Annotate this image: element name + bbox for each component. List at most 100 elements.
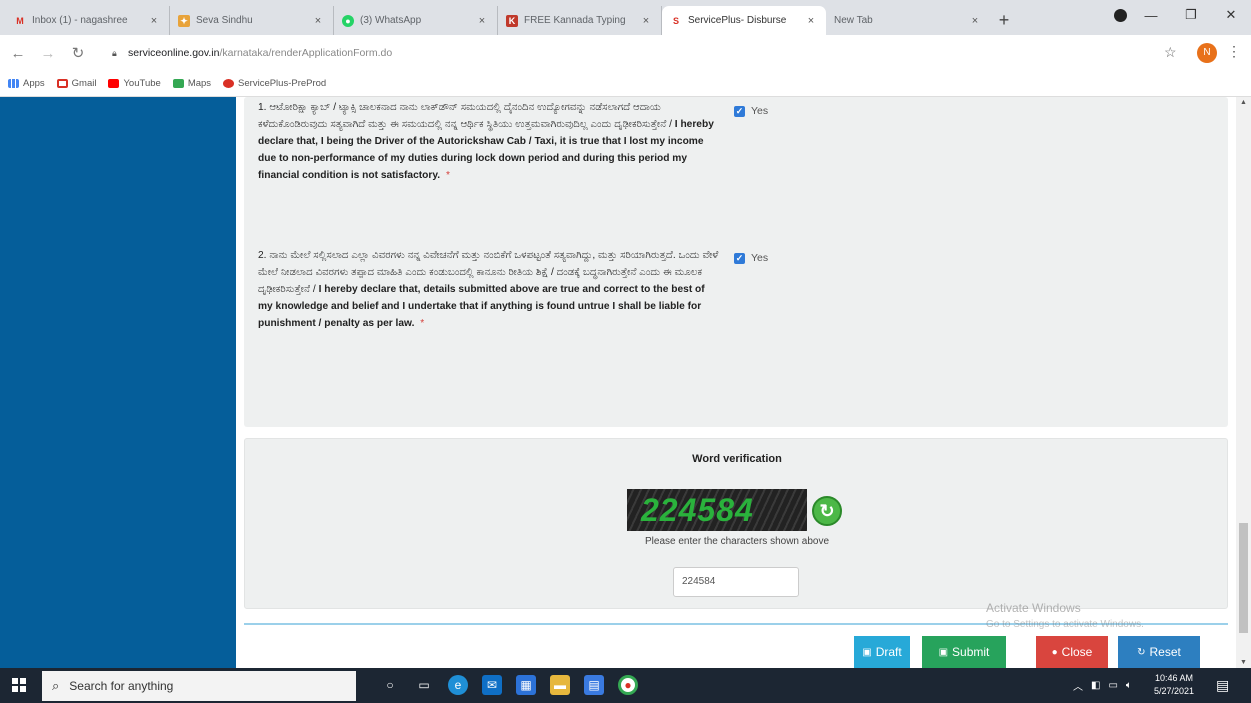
captcha-hint: Please enter the characters shown above [645, 536, 829, 547]
close-tab-icon[interactable]: × [968, 15, 982, 27]
photos-icon[interactable]: ▦ [516, 675, 536, 695]
forward-arrow-icon[interactable]: → [36, 45, 60, 62]
menu-kebab-icon[interactable]: ⋮ [1227, 43, 1241, 60]
bookmark-label: Gmail [71, 78, 97, 89]
declaration-1-checkbox[interactable]: ✓ Yes [734, 105, 768, 117]
tray-chevron-icon[interactable]: ︿ [1073, 678, 1083, 693]
required-marker: * [445, 170, 450, 181]
declaration-english-text: I hereby declare that, details submitted… [258, 284, 705, 329]
page-scrollbar[interactable]: ▲ ▼ [1236, 97, 1251, 668]
refresh-icon: ↻ [1137, 646, 1146, 658]
store-icon[interactable]: ▤ [584, 675, 604, 695]
tab-title: ServicePlus- Disburse [688, 15, 787, 26]
word-verification-title: Word verification [692, 453, 782, 465]
reload-icon[interactable]: ↻ [66, 44, 90, 62]
cortana-icon[interactable]: ○ [380, 675, 400, 695]
refresh-captcha-icon[interactable]: ↻ [812, 496, 842, 526]
tab-title: FREE Kannada Typing [524, 15, 626, 26]
checkbox-checked-icon[interactable]: ✓ [734, 252, 745, 264]
checkbox-checked-icon[interactable]: ✓ [734, 105, 745, 117]
close-button[interactable]: ● Close [1036, 636, 1108, 668]
button-label: Close [1061, 645, 1093, 659]
notification-icon[interactable]: ▤ [1216, 677, 1229, 694]
network-icon[interactable]: ◧ [1091, 680, 1100, 691]
tab-title: New Tab [834, 15, 873, 26]
scrollbar-thumb[interactable] [1239, 523, 1248, 633]
reset-button[interactable]: ↻ Reset [1118, 636, 1200, 668]
profile-avatar[interactable]: N [1197, 43, 1217, 63]
captcha-input[interactable]: 224584 [673, 567, 799, 597]
windows-taskbar: ⌕ Search for anything ○ ▭ e ✉ ▦ ▬ ▤ ● ︿ … [0, 668, 1251, 703]
task-view-icon[interactable]: ▭ [414, 675, 434, 695]
declaration-2-checkbox[interactable]: ✓ Yes [734, 252, 768, 264]
close-tab-icon[interactable]: × [311, 15, 325, 27]
bookmark-maps[interactable]: Maps [172, 78, 212, 89]
bookmark-label: ServicePlus-PreProd [238, 78, 327, 89]
apps-grid-icon [8, 79, 19, 88]
declaration-2: 2. ನಾನು ಮೇಲೆ ಸಲ್ಲಿಸಲಾದ ಎಲ್ಲಾ ವಿವರಗಳು ನನ್… [258, 247, 722, 332]
bookmark-gmail[interactable]: Gmail [56, 78, 97, 89]
application-form: 1. ಆಟೋರಿಕ್ಷಾ ಕ್ಯಾಬ್ / ಟ್ಯಾಕ್ಸಿ ಚಾಲಕನಾದ ನ… [236, 97, 1236, 668]
save-disk-icon: ▣ [938, 646, 949, 658]
system-tray: ︿ ◧ ▭ 🔈︎ [1073, 668, 1140, 703]
declaration-number: 1. [258, 102, 267, 113]
activate-windows-subtext: Go to Settings to activate Windows. [986, 619, 1144, 630]
battery-icon[interactable]: ▭ [1108, 680, 1117, 691]
tab-title: Inbox (1) - nagashree [32, 15, 128, 26]
media-indicator-icon[interactable] [1114, 9, 1127, 22]
bookmark-youtube[interactable]: YouTube [108, 78, 161, 89]
declaration-number: 2. [258, 250, 267, 261]
url-path: /karnataka/renderApplicationForm.do [219, 47, 393, 59]
tab-gmail[interactable]: M Inbox (1) - nagashree × [6, 6, 170, 35]
gmail-icon: M [16, 15, 24, 26]
file-explorer-icon[interactable]: ▬ [550, 675, 570, 695]
bookmark-label: Maps [187, 78, 212, 89]
address-bar[interactable]: 🔒︎ serviceonline.gov.in /karnataka/rende… [112, 40, 1162, 66]
taskbar-search[interactable]: ⌕ Search for anything [42, 671, 356, 701]
windows-start-icon[interactable] [12, 678, 26, 692]
submit-button[interactable]: ▣ Submit [922, 636, 1006, 668]
minimize-icon[interactable]: — [1131, 8, 1171, 23]
chrome-icon[interactable]: ● [618, 675, 638, 695]
tab-kannada-typing[interactable]: K FREE Kannada Typing × [498, 6, 662, 35]
tab-seva-sindhu[interactable]: ✦ Seva Sindhu × [170, 6, 334, 35]
back-arrow-icon[interactable]: ← [6, 45, 30, 62]
restore-icon[interactable]: ❐ [1171, 7, 1211, 23]
declaration-1: 1. ಆಟೋರಿಕ್ಷಾ ಕ್ಯಾಬ್ / ಟ್ಯಾಕ್ಸಿ ಚಾಲಕನಾದ ನ… [258, 99, 722, 184]
youtube-icon [108, 79, 120, 88]
edge-icon[interactable]: e [448, 675, 468, 695]
close-window-icon[interactable]: ✕ [1211, 7, 1251, 23]
word-verification-panel: Word verification 224584 ↻ Please enter … [244, 438, 1228, 609]
declaration-kannada-text: ಆಟೋರಿಕ್ಷಾ ಕ್ಯಾಬ್ / ಟ್ಯಾಕ್ಸಿ ಚಾಲಕನಾದ ನಾನು… [258, 102, 672, 130]
close-tab-icon[interactable]: × [639, 15, 653, 27]
browser-toolbar: ← → ↻ 🔒︎ serviceonline.gov.in /karnataka… [0, 35, 1251, 71]
close-tab-icon[interactable]: × [804, 15, 818, 27]
bookmark-star-icon[interactable]: ☆ [1164, 44, 1177, 61]
save-disk-icon: ▣ [862, 646, 872, 658]
whatsapp-icon: ● [342, 14, 354, 27]
draft-button[interactable]: ▣ Draft [854, 636, 910, 668]
taskbar-clock[interactable]: 10:46 AM 5/27/2021 [1150, 672, 1198, 698]
activate-windows-watermark: Activate Windows [986, 601, 1081, 615]
clock-date: 5/27/2021 [1153, 686, 1195, 696]
mail-icon[interactable]: ✉ [482, 675, 502, 695]
tab-title: Seva Sindhu [196, 15, 253, 26]
scroll-down-arrow-icon[interactable]: ▼ [1236, 659, 1251, 666]
bookmark-serviceplus[interactable]: ServicePlus-PreProd [223, 78, 326, 89]
scroll-up-arrow-icon[interactable]: ▲ [1236, 99, 1251, 106]
close-tab-icon[interactable]: × [475, 15, 489, 27]
tab-new-tab[interactable]: New Tab × [826, 6, 990, 35]
bookmarks-bar: Apps Gmail YouTube Maps ServicePlus-PreP… [0, 71, 1251, 97]
maps-icon [172, 79, 184, 88]
lock-icon[interactable]: 🔒︎ [112, 48, 122, 58]
bookmark-apps[interactable]: Apps [8, 78, 45, 89]
window-controls: — ❐ ✕ [1131, 0, 1251, 30]
seva-sindhu-icon: ✦ [178, 14, 190, 27]
tab-whatsapp[interactable]: ● (3) WhatsApp × [334, 6, 498, 35]
serviceplus-icon: S [672, 15, 679, 26]
volume-icon[interactable]: 🔈︎ [1126, 680, 1132, 691]
tab-serviceplus[interactable]: S ServicePlus- Disburse × [662, 6, 826, 35]
new-tab-button[interactable]: + [990, 6, 1018, 35]
page-viewport: 1. ಆಟೋರಿಕ್ಷಾ ಕ್ಯಾಬ್ / ಟ್ಯಾಕ್ಸಿ ಚಾಲಕನಾದ ನ… [0, 97, 1251, 668]
close-tab-icon[interactable]: × [147, 15, 161, 27]
